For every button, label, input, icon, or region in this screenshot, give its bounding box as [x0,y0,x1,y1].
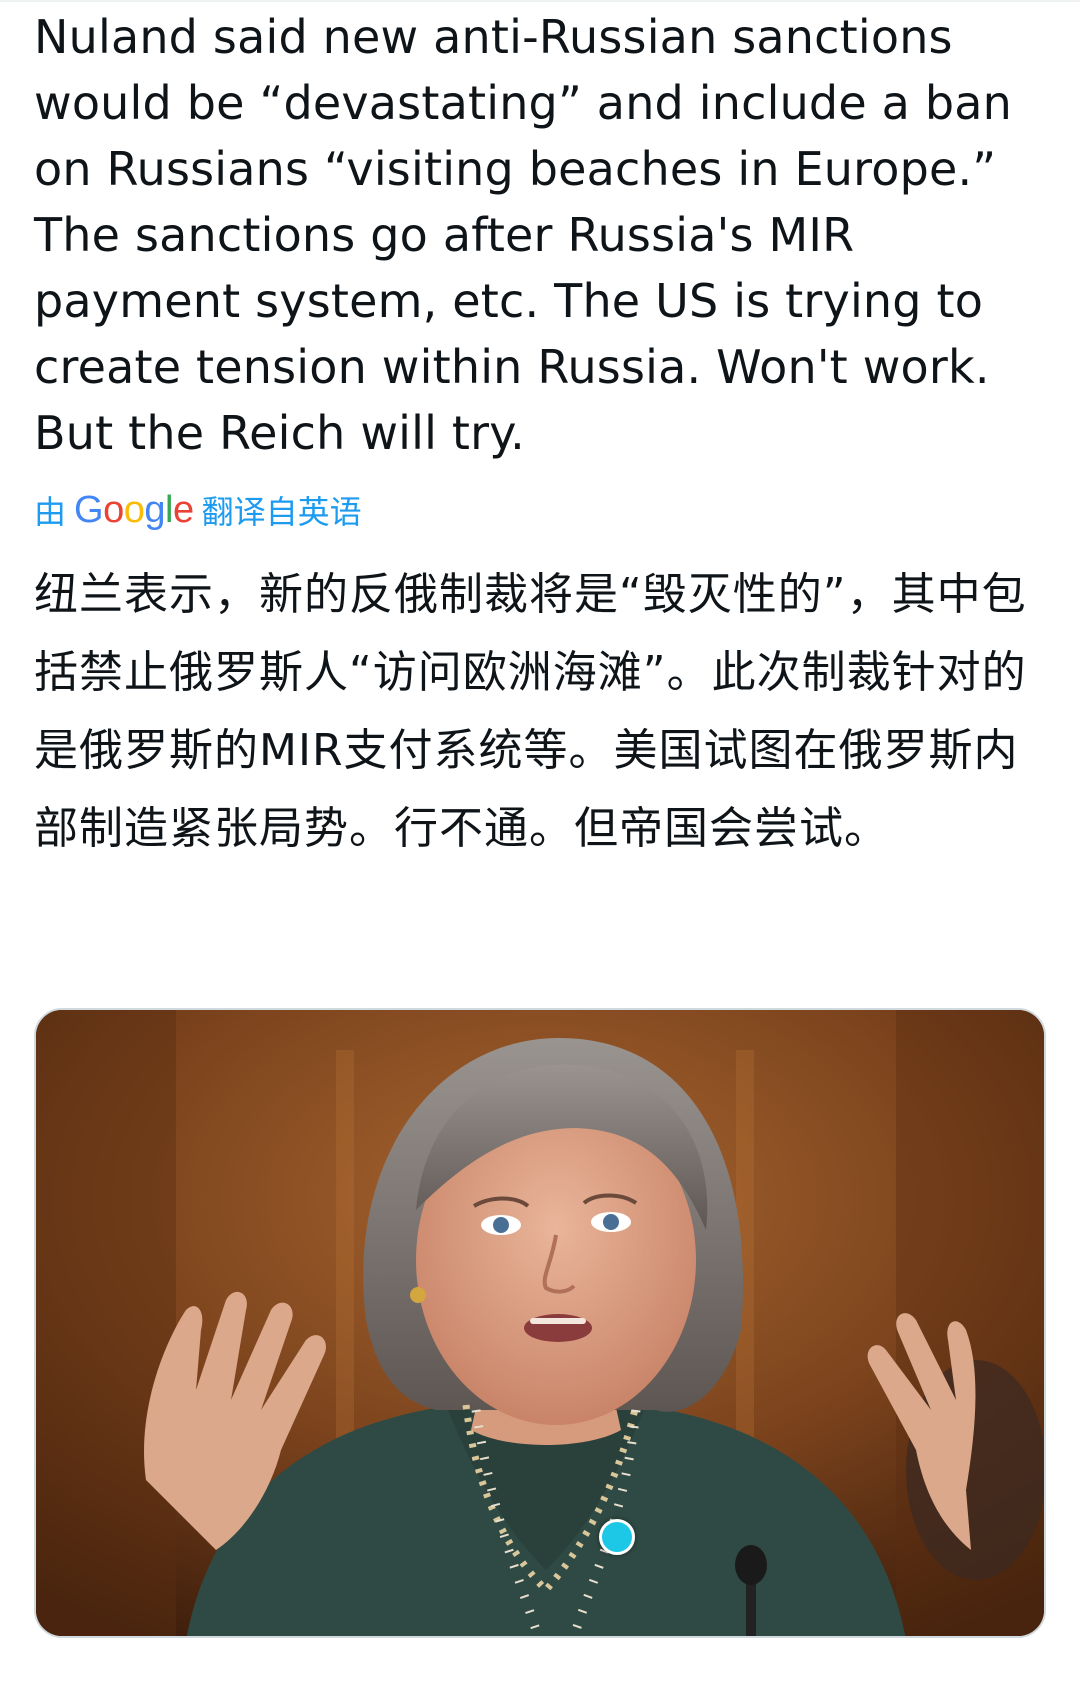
translation-suffix: 翻译自英语 [201,493,362,531]
top-divider [0,0,1080,2]
translation-prefix: 由 [34,493,67,531]
tweet-photo[interactable] [34,1008,1046,1638]
google-logo: Google [74,488,194,531]
translation-attribution[interactable]: 由 Google 翻译自英语 [34,484,362,536]
photo-illustration [36,1010,1044,1636]
media-indicator-dot [599,1519,635,1555]
translated-text: 纽兰表示，新的反俄制裁将是“毁灭性的”，其中包括禁止俄罗斯人“访问欧洲海滩”。此… [34,569,1027,854]
tweet-text: Nuland said new anti-Russian sanctions w… [34,10,1012,460]
tweet-container: Nuland said new anti-Russian sanctions w… [0,0,1080,1688]
